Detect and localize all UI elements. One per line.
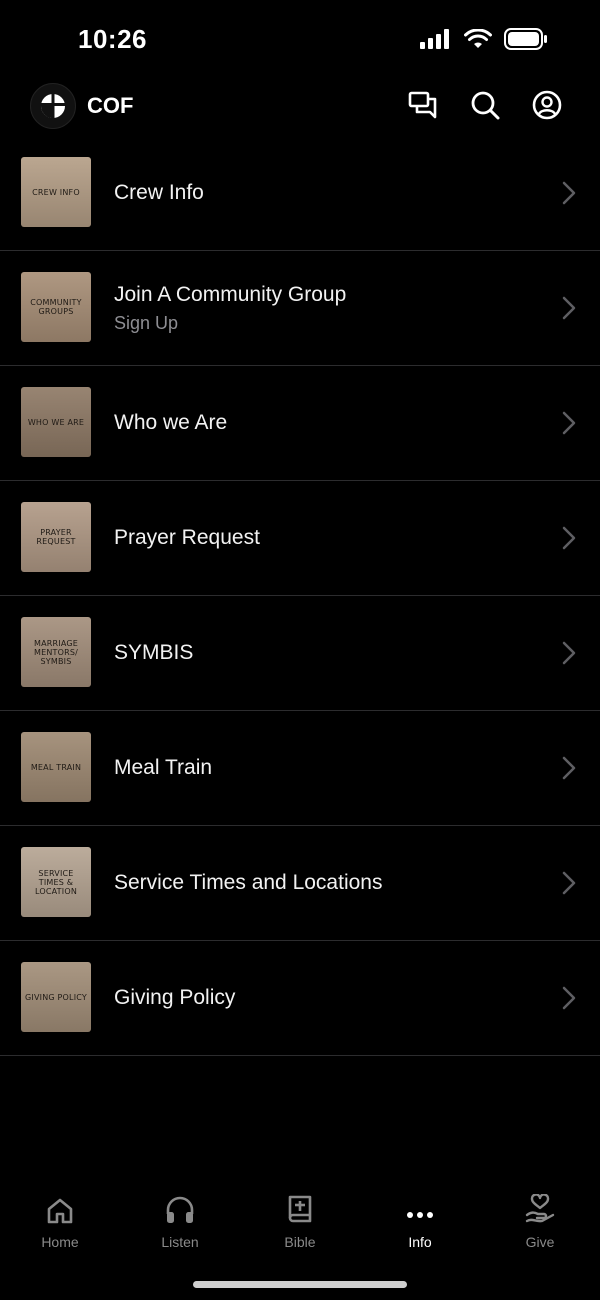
menu-thumbnail: SERVICE TIMES & LOCATION xyxy=(21,847,91,917)
status-icons xyxy=(420,28,548,55)
cellular-signal-icon xyxy=(420,29,452,54)
tab-home[interactable]: Home xyxy=(0,1188,120,1268)
menu-thumbnail: PRAYER REQUEST xyxy=(21,502,91,572)
thumbnail-caption: WHO WE ARE xyxy=(27,417,85,427)
menu-item-meal-train[interactable]: MEAL TRAIN Meal Train xyxy=(0,711,600,826)
menu-item-symbis[interactable]: MARRIAGE MENTORS/ SYMBIS SYMBIS xyxy=(0,596,600,711)
bottom-tab-bar: Home Listen Bible Info Give xyxy=(0,1188,600,1268)
menu-item-community-group[interactable]: COMMUNITY GROUPS Join A Community Group … xyxy=(0,251,600,366)
chevron-right-icon xyxy=(562,181,576,205)
give-heart-hand-icon xyxy=(525,1194,555,1223)
battery-icon xyxy=(504,28,548,55)
menu-item-who-we-are[interactable]: WHO WE ARE Who we Are xyxy=(0,366,600,481)
chevron-right-icon xyxy=(562,526,576,550)
search-icon[interactable] xyxy=(468,88,502,122)
menu-item-giving-policy[interactable]: GIVING POLICY Giving Policy xyxy=(0,941,600,1056)
thumbnail-caption: MEAL TRAIN xyxy=(30,762,82,772)
header-actions xyxy=(406,88,564,122)
menu-thumbnail: MARRIAGE MENTORS/ SYMBIS xyxy=(21,617,91,687)
menu-item-title: Crew Info xyxy=(114,181,204,204)
menu-item-prayer-request[interactable]: PRAYER REQUEST Prayer Request xyxy=(0,481,600,596)
menu-item-title: Join A Community Group xyxy=(114,282,347,306)
home-indicator[interactable] xyxy=(193,1281,407,1288)
thumbnail-caption: PRAYER REQUEST xyxy=(36,528,76,546)
thumbnail-caption: GIVING POLICY xyxy=(25,992,87,1002)
app-logo[interactable] xyxy=(30,83,76,129)
tab-label: Listen xyxy=(161,1234,199,1250)
tab-info[interactable]: Info xyxy=(360,1188,480,1268)
thumbnail-caption: COMMUNITY GROUPS xyxy=(30,298,82,316)
tab-label: Bible xyxy=(284,1234,316,1250)
menu-item-title: Service Times and Locations xyxy=(114,871,383,894)
profile-icon[interactable] xyxy=(530,88,564,122)
menu-item-title: Who we Are xyxy=(114,411,228,434)
more-dots-icon xyxy=(407,1212,433,1218)
menu-item-service-times[interactable]: SERVICE TIMES & LOCATION Service Times a… xyxy=(0,826,600,941)
status-bar: 10:26 xyxy=(0,0,600,80)
menu-thumbnail: CREW INFO xyxy=(21,157,91,227)
chevron-right-icon xyxy=(562,756,576,780)
status-time: 10:26 xyxy=(78,24,147,54)
menu-item-subtitle: Sign Up xyxy=(114,312,179,333)
logo-mark-icon xyxy=(40,94,65,118)
thumbnail-caption: SERVICE TIMES & LOCATION xyxy=(34,868,78,896)
info-menu-list: CREW INFO Crew Info COMMUNITY GROUPS Joi… xyxy=(0,136,600,1056)
tab-label: Home xyxy=(41,1234,79,1250)
menu-item-title: Prayer Request xyxy=(114,526,260,549)
tab-label: Info xyxy=(408,1234,432,1250)
tab-label: Give xyxy=(525,1234,555,1250)
chevron-right-icon xyxy=(562,871,576,895)
bible-icon xyxy=(288,1195,312,1223)
menu-thumbnail: GIVING POLICY xyxy=(21,962,91,1032)
chevron-right-icon xyxy=(562,641,576,665)
headphones-icon xyxy=(166,1196,194,1223)
tab-listen[interactable]: Listen xyxy=(120,1188,240,1268)
brand-name: COF xyxy=(87,93,134,118)
menu-item-crew-info[interactable]: CREW INFO Crew Info xyxy=(0,136,600,251)
thumbnail-caption: CREW INFO xyxy=(32,187,80,197)
menu-thumbnail: WHO WE ARE xyxy=(21,387,91,457)
menu-item-title: Giving Policy xyxy=(114,986,236,1009)
menu-thumbnail: MEAL TRAIN xyxy=(21,732,91,802)
thumbnail-caption: MARRIAGE MENTORS/ SYMBIS xyxy=(33,638,79,666)
wifi-icon xyxy=(464,28,492,54)
menu-item-title: Meal Train xyxy=(114,756,213,779)
messages-icon[interactable] xyxy=(406,88,440,122)
tab-bible[interactable]: Bible xyxy=(240,1188,360,1268)
chevron-right-icon xyxy=(562,986,576,1010)
home-icon xyxy=(47,1198,73,1224)
tab-give[interactable]: Give xyxy=(480,1188,600,1268)
chevron-right-icon xyxy=(562,411,576,435)
menu-thumbnail: COMMUNITY GROUPS xyxy=(21,272,91,342)
menu-item-title: SYMBIS xyxy=(114,641,194,664)
chevron-right-icon xyxy=(562,296,576,320)
